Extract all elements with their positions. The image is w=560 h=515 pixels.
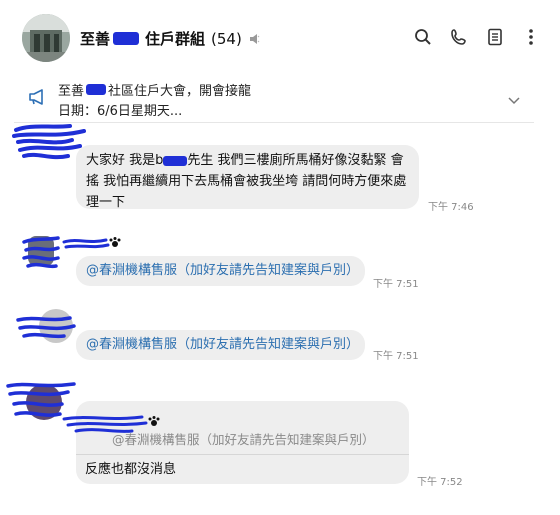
mention-link[interactable]: @春淵機構售服（加好友請先告知建案與戶別） [86,337,359,352]
redacted-sender-name [62,237,121,249]
title-suffix: 住戶群組 [145,30,206,48]
megaphone-icon [28,88,48,110]
message-bubble[interactable]: @春淵機構售服（加好友請先告知建案與戶別） [76,330,365,360]
message-time: 下午 7:51 [373,279,419,290]
message-text: 大家好 我是b [86,153,164,168]
more-vertical-icon[interactable] [520,26,542,48]
announcement-suffix: 社區住戶大會，開會接龍 [108,84,252,99]
redacted-avatar [22,236,60,269]
redaction-mark [86,84,107,95]
redaction-mark [113,32,140,45]
message-time: 下午 7:51 [373,351,419,362]
search-icon[interactable] [412,26,434,48]
reply-quote-text: @春淵機構售服（加好友請先告知建案與戶別） [112,432,375,447]
announcement-date: 日期：6/6日星期天... [58,104,183,119]
message-text: 反應也都沒消息 [85,462,177,477]
mention-link[interactable]: @春淵機構售服（加好友請先告知建案與戶別） [86,263,359,278]
message-time: 下午 7:52 [417,477,463,488]
reply-divider [76,454,409,455]
message-bubble[interactable]: @春淵機構售服（加好友請先告知建案與戶別） 反應也都沒消息 [62,401,409,484]
chevron-down-icon[interactable] [508,90,520,109]
phone-icon[interactable] [448,26,470,48]
notes-icon[interactable] [484,26,506,48]
title-prefix: 至善 [80,30,111,48]
message-bubble[interactable]: @春淵機構售服（加好友請先告知建案與戶別） [76,256,365,286]
message-bubble[interactable]: 大家好 我是b 先生 我們三樓廁所馬桶好像沒黏緊 會搖 我怕再繼續用下去馬桶會被我… [76,145,419,210]
member-count: (54) [211,29,242,48]
group-avatar[interactable] [22,14,70,62]
announcement-title: 至善 社區住戶大會，開會接龍 [58,80,251,99]
mute-icon [248,32,262,46]
announcement-prefix: 至善 [58,84,85,99]
redaction-mark [163,155,188,166]
chat-header: 至善 住戶群組 (54) [0,0,560,76]
pinned-announcement[interactable]: 至善 社區住戶大會，開會接龍 日期：6/6日星期天... [14,76,534,123]
chat-title: 至善 住戶群組 (54) [80,28,262,49]
message-time: 下午 7:46 [428,202,474,213]
